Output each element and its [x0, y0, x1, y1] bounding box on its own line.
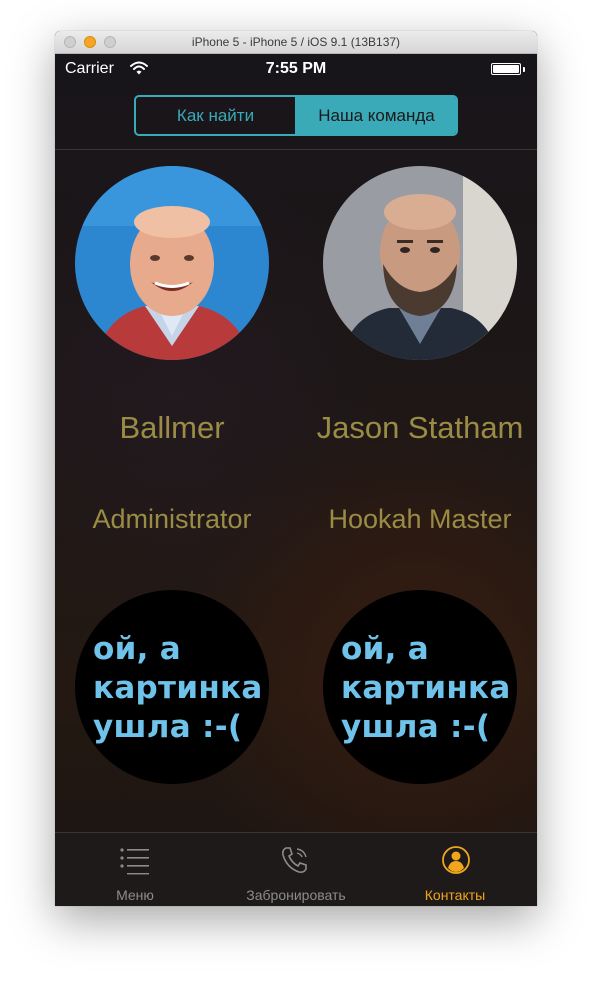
navigation-bar: Как найти Наша команда — [55, 84, 537, 150]
status-time: 7:55 PM — [265, 60, 327, 77]
contact-icon — [441, 845, 471, 880]
segmented-control: Как найти Наша команда — [134, 95, 458, 136]
placeholder-line-1: ой, а — [93, 631, 182, 667]
status-bar: Carrier 7:55 PM — [55, 54, 537, 84]
list-icon — [119, 845, 151, 880]
team-member-2-photo[interactable] — [323, 166, 517, 360]
placeholder-line-1: ой, а — [341, 631, 430, 667]
segment-our-team[interactable]: Наша команда — [297, 97, 456, 134]
segment-how-to-find[interactable]: Как найти — [136, 97, 295, 134]
placeholder-line-2: картинка — [93, 670, 263, 706]
window-titlebar: iPhone 5 - iPhone 5 / iOS 9.1 (13B137) — [55, 31, 537, 54]
tab-menu-label: Меню — [116, 887, 154, 903]
team-member-2-name: Jason Statham — [316, 410, 524, 445]
tab-contacts[interactable]: Контакты — [405, 833, 505, 906]
tab-menu[interactable]: Меню — [85, 833, 185, 906]
tab-book[interactable]: Забронировать — [225, 833, 367, 906]
team-member-1-photo[interactable] — [75, 166, 269, 360]
phone-screen: Carrier 7:55 PM Как найти Наша команда B… — [55, 54, 537, 906]
tab-bar: Меню Забронировать Контакты — [55, 832, 537, 906]
battery-icon — [491, 63, 521, 75]
window-title: iPhone 5 - iPhone 5 / iOS 9.1 (13B137) — [191, 35, 401, 49]
team-member-1-name: Ballmer — [119, 410, 225, 445]
team-member-3-photo-placeholder[interactable]: ой, а картинка ушла :-( — [75, 590, 269, 784]
placeholder-line-3: ушла :-( — [93, 709, 243, 745]
placeholder-line-2: картинка — [341, 670, 511, 706]
tab-contacts-label: Контакты — [424, 887, 486, 903]
battery-tip — [523, 67, 525, 72]
tab-book-label: Забронировать — [246, 887, 346, 903]
team-member-2-role: Hookah Master — [328, 504, 512, 534]
team-member-1-role: Administrator — [92, 504, 252, 534]
simulator-window: iPhone 5 - iPhone 5 / iOS 9.1 (13B137) C… — [55, 31, 537, 906]
phone-icon — [279, 845, 311, 880]
placeholder-line-3: ушла :-( — [341, 709, 491, 745]
team-member-4-photo-placeholder[interactable]: ой, а картинка ушла :-( — [323, 590, 517, 784]
